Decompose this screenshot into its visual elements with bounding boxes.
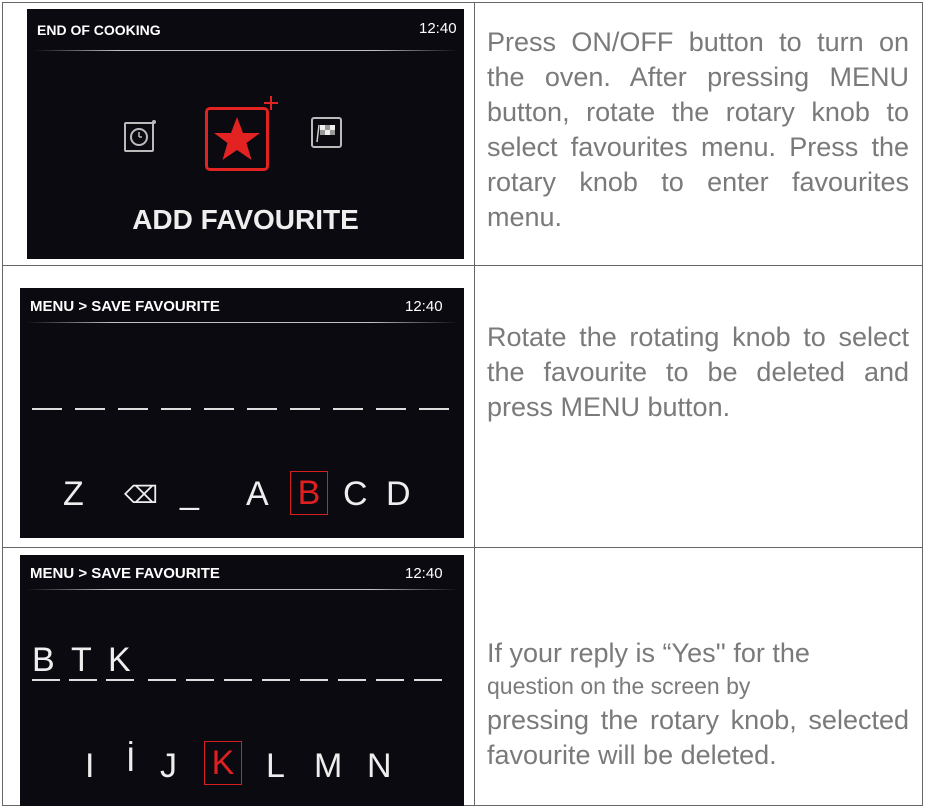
screen-clock: 12:40 <box>405 565 443 582</box>
oven-screen-save-favourite-typed: MENU > SAVE FAVOURITE 12:40 B T K I İ J … <box>20 555 464 806</box>
instruction-text-1: Press ON/OFF button to turn on the oven.… <box>487 27 909 232</box>
char-option: İ <box>126 741 136 779</box>
row-divider <box>3 265 922 266</box>
char-option: L <box>266 747 285 785</box>
char-option: A <box>246 475 269 513</box>
header-rule <box>33 50 458 51</box>
char-option-selected: K <box>204 741 242 785</box>
screen-caption: ADD FAVOURITE <box>132 204 359 235</box>
screen-clock: 12:40 <box>405 298 443 315</box>
char-option-selected: B <box>290 471 328 515</box>
backspace-icon: ⌫ <box>124 482 158 509</box>
instruction-line: If your reply is “Yes'' for the <box>487 638 810 668</box>
typed-char: K <box>108 641 131 679</box>
typed-char: T <box>71 641 92 679</box>
instruction-line: question on the screen by <box>487 673 751 699</box>
char-option: N <box>367 747 392 785</box>
finish-flag-icon <box>311 117 342 148</box>
char-option: J <box>160 747 177 785</box>
plus-icon <box>264 96 278 110</box>
char-option: C <box>343 475 368 513</box>
instruction-line: pressing the rotary knob, selected favou… <box>487 705 909 770</box>
row-divider <box>3 547 922 548</box>
char-option: Z <box>63 475 84 513</box>
char-option: D <box>386 475 411 513</box>
screen-clock: 12:40 <box>419 20 457 37</box>
char-option: M <box>314 747 343 785</box>
screen-header: END OF COOKING <box>37 22 161 38</box>
timer-icon <box>124 120 156 152</box>
oven-screen-end-of-cooking: END OF COOKING 12:40 ADD FAVOURITE <box>27 9 464 259</box>
header-rule <box>26 322 458 323</box>
column-divider <box>474 3 475 805</box>
screen-header: MENU > SAVE FAVOURITE <box>30 298 220 315</box>
char-option: _ <box>180 473 199 511</box>
header-rule <box>26 589 458 590</box>
instruction-text-2: Rotate the rotating knob to select the f… <box>487 322 909 422</box>
screen-header: MENU > SAVE FAVOURITE <box>30 565 220 582</box>
favourite-star-icon <box>205 107 269 171</box>
typed-char: B <box>32 641 55 679</box>
oven-screen-save-favourite-empty: MENU > SAVE FAVOURITE 12:40 Z ⌫ _ A B C … <box>20 288 464 538</box>
char-option: I <box>85 747 95 785</box>
